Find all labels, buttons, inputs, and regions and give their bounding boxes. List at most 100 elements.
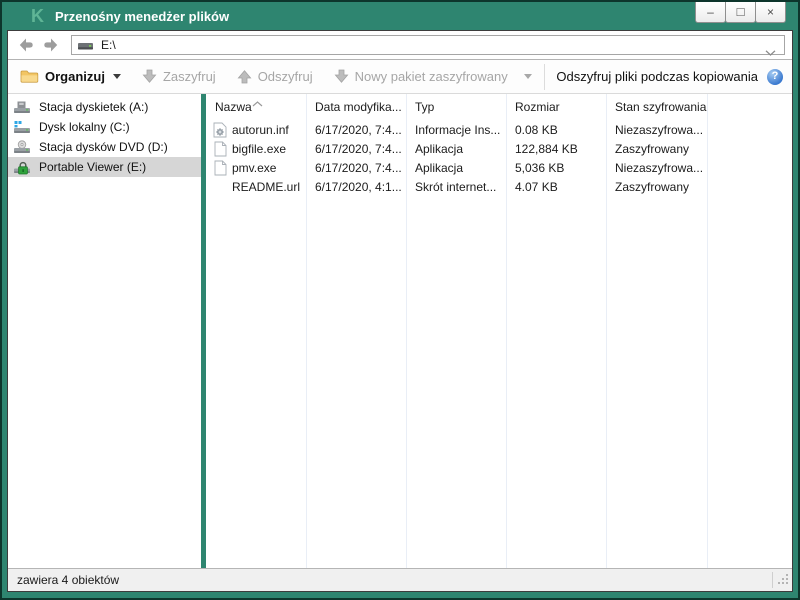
- sort-ascending-icon: [252, 96, 263, 110]
- back-button[interactable]: [17, 37, 35, 54]
- kaspersky-logo-icon: K: [31, 7, 44, 25]
- window-title: Przenośny menedżer plików: [55, 9, 229, 24]
- file-encryption-status: Zaszyfrowany: [606, 142, 707, 156]
- column-header-type[interactable]: Typ: [406, 94, 506, 120]
- decrypt-on-copy-option[interactable]: Odszyfruj pliki podczas kopiowania: [556, 69, 758, 84]
- status-text: zawiera 4 obiektów: [17, 573, 119, 587]
- file-name-cell: autorun.inf: [206, 122, 306, 138]
- file-icon: [213, 141, 227, 157]
- arrow-down-icon: [334, 69, 349, 84]
- minimize-button[interactable]: –: [695, 2, 726, 23]
- main-area: Stacja dyskietek (A:): [8, 94, 792, 568]
- grip-dots-icon: [777, 573, 790, 586]
- resize-grip[interactable]: [777, 573, 790, 589]
- sidebar-item-label: Stacja dysków DVD (D:): [39, 140, 168, 154]
- file-size: 4.07 KB: [506, 180, 606, 194]
- file-size: 122,884 KB: [506, 142, 606, 156]
- new-encrypted-package-label: Nowy pakiet zaszyfrowany: [355, 69, 508, 84]
- maximize-icon: □: [737, 5, 745, 18]
- encrypt-button[interactable]: Zaszyfruj: [142, 69, 216, 84]
- column-header-label: Nazwa: [215, 100, 252, 114]
- close-icon: ×: [767, 6, 774, 18]
- decrypt-button[interactable]: Odszyfruj: [237, 69, 313, 84]
- column-header-encryption-status[interactable]: Stan szyfrowania: [606, 94, 707, 120]
- column-header-name[interactable]: Nazwa: [206, 94, 306, 120]
- organize-button[interactable]: Organizuj: [20, 69, 121, 84]
- toolbar: Organizuj Zaszyfruj Odszyfruj: [8, 60, 792, 94]
- file-encryption-status: Zaszyfrowany: [606, 180, 707, 194]
- column-header-label: Rozmiar: [515, 100, 560, 114]
- app-window: K Przenośny menedżer plików – □ ×: [2, 2, 798, 598]
- file-name-cell: bigfile.exe: [206, 141, 306, 157]
- back-icon: [18, 37, 35, 53]
- sidebar-item-label: Portable Viewer (E:): [39, 160, 146, 174]
- column-header-size[interactable]: Rozmiar: [506, 94, 606, 120]
- floppy-drive-icon: [13, 100, 31, 115]
- folder-icon: [20, 69, 39, 84]
- column-separator-line: [306, 94, 307, 568]
- file-row[interactable]: README.url 6/17/2020, 4:1... Skrót inter…: [206, 177, 792, 196]
- sidebar-item-portable-viewer-e[interactable]: Portable Viewer (E:): [8, 157, 201, 177]
- sidebar-item-dvd-d[interactable]: Stacja dysków DVD (D:): [8, 137, 201, 157]
- maximize-button[interactable]: □: [725, 2, 756, 23]
- column-header-label: Stan szyfrowania: [615, 100, 706, 114]
- forward-icon: [42, 37, 59, 53]
- status-bar: zawiera 4 obiektów: [8, 568, 792, 591]
- drive-sidebar: Stacja dyskietek (A:): [8, 94, 201, 568]
- file-type: Informacje Ins...: [406, 123, 506, 137]
- column-header-date-modified[interactable]: Data modyfika...: [306, 94, 406, 120]
- file-name: pmv.exe: [232, 161, 276, 175]
- title-bar: K Przenośny menedżer plików – □ ×: [2, 2, 798, 30]
- file-date: 6/17/2020, 7:4...: [306, 123, 406, 137]
- file-icon: [213, 160, 227, 176]
- status-bar-separator: [772, 572, 773, 588]
- column-headers: Nazwa Data modyfika... Typ Rozmiar Stan …: [206, 94, 792, 120]
- address-text: E:\: [101, 38, 116, 52]
- local-disk-icon: [13, 120, 31, 135]
- column-header-filler: [707, 94, 792, 120]
- sidebar-item-floppy-a[interactable]: Stacja dyskietek (A:): [8, 97, 201, 117]
- new-encrypted-package-button[interactable]: Nowy pakiet zaszyfrowany: [334, 69, 532, 84]
- file-type: Aplikacja: [406, 161, 506, 175]
- arrow-down-icon: [142, 69, 157, 84]
- file-size: 5,036 KB: [506, 161, 606, 175]
- encrypted-drive-icon: [13, 159, 31, 175]
- file-type: Aplikacja: [406, 142, 506, 156]
- question-mark-icon: ?: [772, 71, 779, 82]
- help-button[interactable]: ?: [767, 69, 783, 85]
- file-name-cell: README.url: [206, 180, 306, 194]
- sidebar-item-local-disk-c[interactable]: Dysk lokalny (C:): [8, 117, 201, 137]
- decrypt-label: Odszyfruj: [258, 69, 313, 84]
- address-bar[interactable]: E:\: [71, 35, 785, 55]
- column-separator-line: [406, 94, 407, 568]
- close-button[interactable]: ×: [755, 2, 786, 23]
- file-name: README.url: [232, 180, 300, 194]
- file-row[interactable]: bigfile.exe 6/17/2020, 7:4... Aplikacja …: [206, 139, 792, 158]
- file-name-cell: pmv.exe: [206, 160, 306, 176]
- column-separator-line: [506, 94, 507, 568]
- file-encryption-status: Niezaszyfrowa...: [606, 161, 707, 175]
- client-area: E:\ Organizuj: [7, 30, 793, 592]
- organize-label: Organizuj: [45, 69, 105, 84]
- column-header-label: Typ: [415, 100, 434, 114]
- file-name: autorun.inf: [232, 123, 289, 137]
- new-package-caret-icon: [524, 74, 532, 79]
- chevron-down-icon: [765, 50, 776, 56]
- drive-icon: [77, 39, 94, 52]
- autorun-icon: [213, 122, 227, 138]
- file-date: 6/17/2020, 7:4...: [306, 161, 406, 175]
- address-dropdown-button[interactable]: [765, 43, 776, 61]
- file-list-panel: Nazwa Data modyfika... Typ Rozmiar Stan …: [206, 94, 792, 568]
- navigation-bar: E:\: [8, 31, 792, 60]
- window-controls: – □ ×: [696, 2, 786, 23]
- file-row[interactable]: pmv.exe 6/17/2020, 7:4... Aplikacja 5,03…: [206, 158, 792, 177]
- forward-button[interactable]: [41, 37, 59, 54]
- column-separator-line: [707, 94, 708, 568]
- dvd-drive-icon: [13, 140, 31, 155]
- file-row[interactable]: autorun.inf 6/17/2020, 7:4... Informacje…: [206, 120, 792, 139]
- encrypt-label: Zaszyfruj: [163, 69, 216, 84]
- file-type: Skrót internet...: [406, 180, 506, 194]
- column-separator-line: [606, 94, 607, 568]
- file-date: 6/17/2020, 4:1...: [306, 180, 406, 194]
- file-encryption-status: Niezaszyfrowa...: [606, 123, 707, 137]
